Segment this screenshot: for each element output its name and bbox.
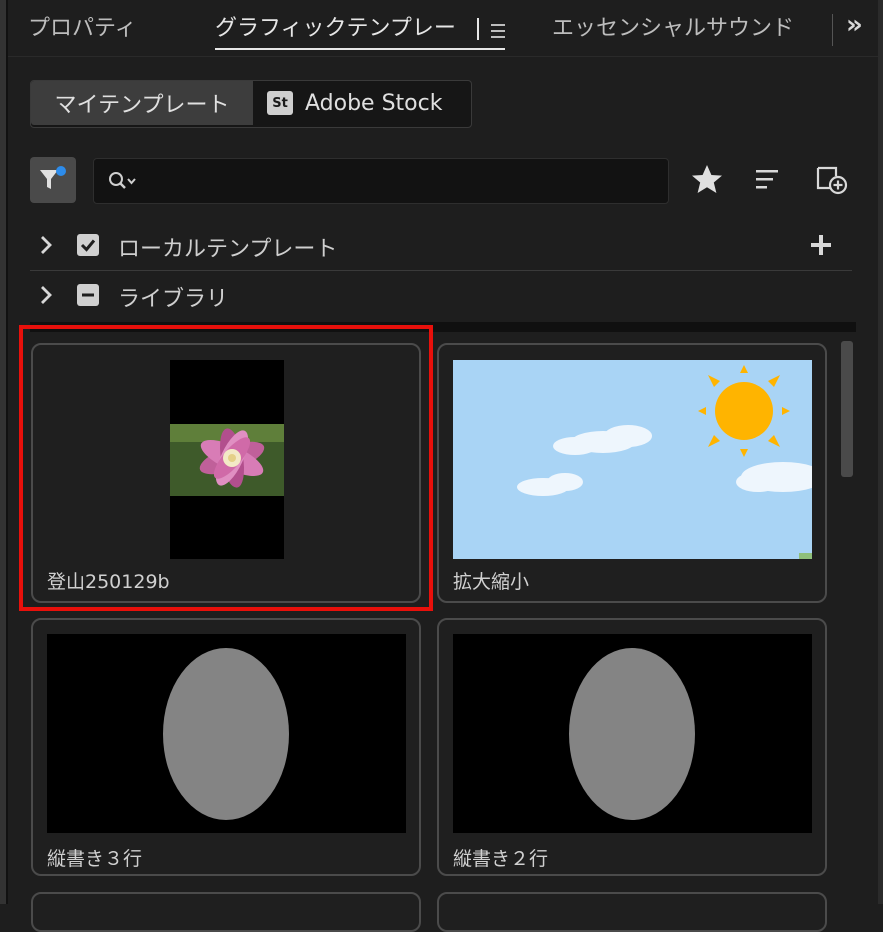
filter-button[interactable] <box>30 157 76 203</box>
sky-thumbnail-image <box>453 360 812 559</box>
selection-highlight <box>19 325 433 611</box>
panel-menu-icon[interactable] <box>489 22 509 40</box>
more-tabs-icon[interactable]: » <box>846 10 863 40</box>
header-divider <box>8 56 878 57</box>
window-frame-right <box>878 0 883 904</box>
local-templates-label: ローカルテンプレート <box>118 237 338 262</box>
adobe-stock-icon: St <box>267 91 293 115</box>
new-folder-icon[interactable] <box>815 163 851 197</box>
grid-scrollbar-thumb[interactable] <box>841 341 853 477</box>
sort-icon[interactable] <box>754 168 782 192</box>
template-card[interactable] <box>31 892 421 932</box>
add-local-template-icon[interactable] <box>809 233 833 257</box>
tab-properties[interactable]: プロパティ <box>28 10 137 42</box>
adobe-stock-button[interactable]: St Adobe Stock <box>253 81 469 125</box>
star-icon[interactable] <box>690 163 724 197</box>
search-input[interactable] <box>93 158 669 204</box>
tree-row-divider <box>30 270 852 271</box>
library-checkbox[interactable] <box>76 283 100 307</box>
template-card-label: 縦書き２行 <box>453 848 549 870</box>
active-tab-underline <box>215 48 505 50</box>
local-templates-checkbox[interactable] <box>76 233 100 257</box>
expand-local-templates-chevron-icon[interactable] <box>38 234 54 256</box>
tab-text-cursor <box>477 18 479 40</box>
my-templates-button[interactable]: マイテンプレート <box>31 81 253 125</box>
template-card[interactable]: 縦書き２行 <box>437 618 827 876</box>
library-label: ライブラリ <box>118 287 229 312</box>
template-card[interactable] <box>437 892 827 932</box>
ellipse-thumbnail-image <box>47 634 406 833</box>
ellipse-thumbnail-image <box>453 634 812 833</box>
search-icon <box>109 172 136 189</box>
filter-icon <box>40 166 66 189</box>
template-card-label: 縦書き３行 <box>47 848 143 870</box>
window-frame-left-shadow <box>6 0 8 904</box>
adobe-stock-label: Adobe Stock <box>305 90 443 116</box>
tab-separator <box>832 14 833 46</box>
expand-library-chevron-icon[interactable] <box>38 284 54 306</box>
tab-graphic-templates[interactable]: グラフィックテンプレー <box>215 10 456 42</box>
tab-essential-sound[interactable]: エッセンシャルサウンド <box>552 10 794 42</box>
template-card[interactable]: 拡大縮小 <box>437 343 827 603</box>
template-card-label: 拡大縮小 <box>453 571 530 593</box>
template-card[interactable]: 縦書き３行 <box>31 618 421 876</box>
